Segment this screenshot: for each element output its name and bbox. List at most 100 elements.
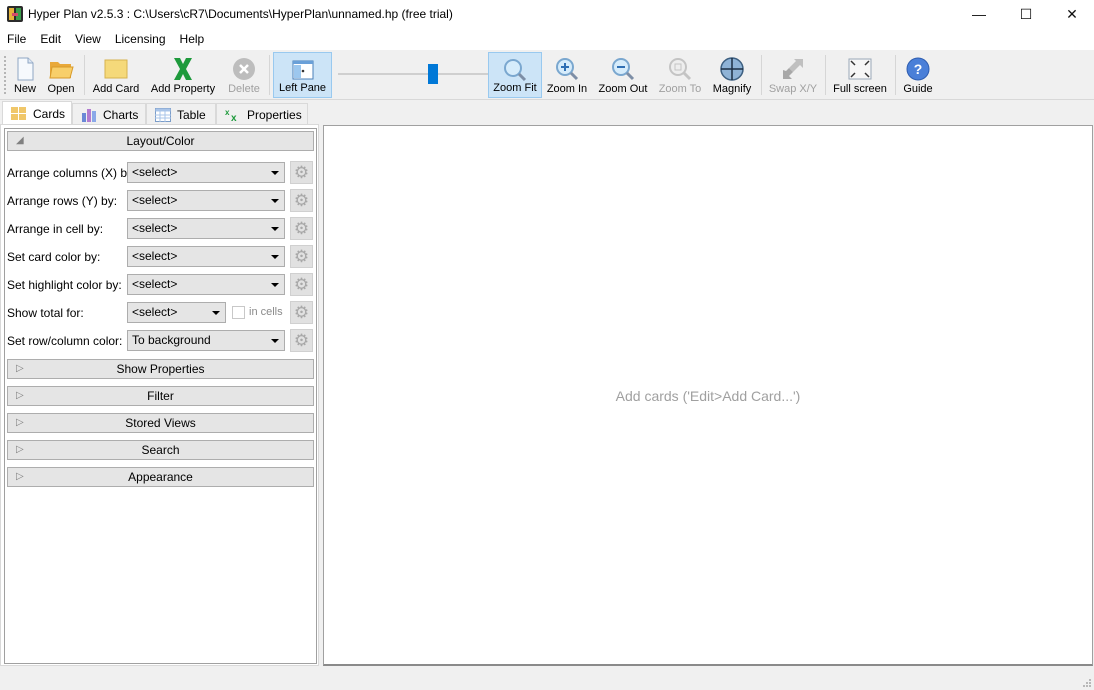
add-card-button[interactable]: Add Card: [91, 52, 141, 98]
in-cells-checkbox[interactable]: [232, 306, 245, 319]
arrange-in-cell-settings-button[interactable]: ⚙: [290, 217, 313, 240]
toolbar-separator: [761, 55, 762, 95]
highlight-color-settings-button[interactable]: ⚙: [290, 273, 313, 296]
show-total-settings-button[interactable]: ⚙: [290, 301, 313, 324]
open-button[interactable]: Open: [45, 52, 77, 98]
zoom-out-button[interactable]: Zoom Out: [596, 52, 650, 98]
dropdown-arrow-icon: [271, 171, 279, 175]
row-column-color-select[interactable]: To background: [127, 330, 285, 351]
show-total-select[interactable]: <select>: [127, 302, 226, 323]
new-button[interactable]: New: [10, 52, 40, 98]
gear-icon: ⚙: [293, 330, 310, 350]
left-pane: ◢ Layout/Color Arrange columns (X) by: <…: [0, 124, 319, 666]
magnify-button[interactable]: Magnify: [710, 52, 754, 98]
gear-icon: ⚙: [293, 162, 310, 182]
zoom-out-label: Zoom Out: [598, 83, 648, 95]
section-title: Show Properties: [116, 362, 205, 376]
close-button[interactable]: ✕: [1049, 0, 1094, 28]
section-appearance[interactable]: ▷ Appearance: [7, 467, 314, 487]
dropdown-arrow-icon: [271, 227, 279, 231]
arrange-in-cell-select[interactable]: <select>: [127, 218, 285, 239]
section-show-properties[interactable]: ▷ Show Properties: [7, 359, 314, 379]
zoom-to-button[interactable]: Zoom To: [656, 52, 704, 98]
zoom-in-icon: [556, 58, 579, 81]
section-filter[interactable]: ▷ Filter: [7, 386, 314, 406]
zoom-in-button[interactable]: Zoom In: [544, 52, 590, 98]
row-column-color-settings-button[interactable]: ⚙: [290, 329, 313, 352]
arrange-in-cell-label: Arrange in cell by:: [7, 222, 104, 236]
arrange-columns-settings-button[interactable]: ⚙: [290, 161, 313, 184]
maximize-button[interactable]: ☐: [1003, 0, 1049, 28]
minimize-button[interactable]: —: [956, 0, 1002, 28]
add-property-button[interactable]: Add Property: [148, 52, 218, 98]
menu-licensing[interactable]: Licensing: [108, 28, 173, 50]
zoom-to-label: Zoom To: [658, 83, 702, 95]
section-title: Stored Views: [125, 416, 196, 430]
select-value: <select>: [132, 193, 178, 207]
select-value: To background: [132, 333, 211, 347]
card-icon: [104, 59, 128, 79]
arrange-columns-select[interactable]: <select>: [127, 162, 285, 183]
guide-label: Guide: [903, 83, 933, 95]
cards-icon: [11, 106, 27, 121]
add-property-label: Add Property: [150, 83, 216, 95]
menu-file[interactable]: File: [0, 28, 33, 50]
left-pane-content: ◢ Layout/Color Arrange columns (X) by: <…: [4, 128, 317, 664]
section-layout-color[interactable]: ◢ Layout/Color: [7, 131, 314, 151]
toolbar-grip[interactable]: [4, 56, 6, 94]
full-screen-button[interactable]: Full screen: [831, 52, 889, 98]
tab-table[interactable]: Table: [146, 103, 216, 125]
new-file-icon: [17, 57, 34, 81]
menu-edit[interactable]: Edit: [33, 28, 68, 50]
gear-icon: ⚙: [293, 218, 310, 238]
card-color-settings-button[interactable]: ⚙: [290, 245, 313, 268]
resize-grip-icon[interactable]: [1082, 678, 1092, 688]
add-card-label: Add Card: [92, 83, 140, 95]
highlight-color-select[interactable]: <select>: [127, 274, 285, 295]
zoom-slider-track[interactable]: [338, 73, 488, 75]
section-search[interactable]: ▷ Search: [7, 440, 314, 460]
gear-icon: ⚙: [293, 302, 310, 322]
collapsed-arrow-icon: ▷: [16, 390, 24, 401]
open-folder-icon: [49, 62, 74, 79]
magnify-icon: [720, 57, 744, 81]
dropdown-arrow-icon: [271, 199, 279, 203]
new-label: New: [13, 83, 36, 95]
zoom-fit-button[interactable]: Zoom Fit: [488, 52, 542, 98]
help-icon: ?: [906, 57, 930, 81]
collapsed-arrow-icon: ▷: [16, 417, 24, 428]
menu-view[interactable]: View: [68, 28, 108, 50]
title-bar: Hyper Plan v2.5.3 : C:\Users\cR7\Documen…: [0, 0, 1094, 28]
properties-icon: xx: [225, 108, 241, 124]
swap-xy-button[interactable]: Swap X/Y: [768, 52, 818, 98]
delete-label: Delete: [228, 83, 260, 95]
gear-icon: ⚙: [293, 246, 310, 266]
arrange-rows-select[interactable]: <select>: [127, 190, 285, 211]
delete-button[interactable]: Delete: [225, 52, 263, 98]
svg-text:x: x: [231, 113, 237, 122]
guide-button[interactable]: ? Guide: [901, 52, 935, 98]
zoom-slider-thumb[interactable]: [427, 64, 438, 84]
left-pane-label: Left Pane: [278, 82, 327, 94]
cards-canvas[interactable]: Add cards ('Edit>Add Card...'): [323, 125, 1093, 666]
collapsed-arrow-icon: ▷: [16, 363, 24, 374]
svg-text:x: x: [225, 108, 230, 117]
zoom-out-icon: [612, 58, 635, 81]
menu-help[interactable]: Help: [173, 28, 212, 50]
card-color-label: Set card color by:: [7, 250, 101, 264]
gear-icon: ⚙: [293, 274, 310, 294]
minimize-icon: —: [972, 6, 986, 22]
tab-cards[interactable]: Cards: [2, 101, 72, 125]
left-pane-button[interactable]: Left Pane: [273, 52, 332, 98]
tab-charts[interactable]: Charts: [72, 103, 146, 125]
arrange-rows-label: Arrange rows (Y) by:: [7, 194, 118, 208]
tab-properties[interactable]: xx Properties: [216, 103, 308, 125]
arrange-columns-label: Arrange columns (X) by:: [7, 166, 137, 180]
tab-charts-label: Charts: [103, 107, 139, 122]
tab-table-label: Table: [177, 107, 206, 122]
arrange-rows-settings-button[interactable]: ⚙: [290, 189, 313, 212]
card-color-select[interactable]: <select>: [127, 246, 285, 267]
expanded-arrow-icon: ◢: [16, 135, 24, 146]
section-stored-views[interactable]: ▷ Stored Views: [7, 413, 314, 433]
toolbar-separator: [84, 55, 85, 95]
